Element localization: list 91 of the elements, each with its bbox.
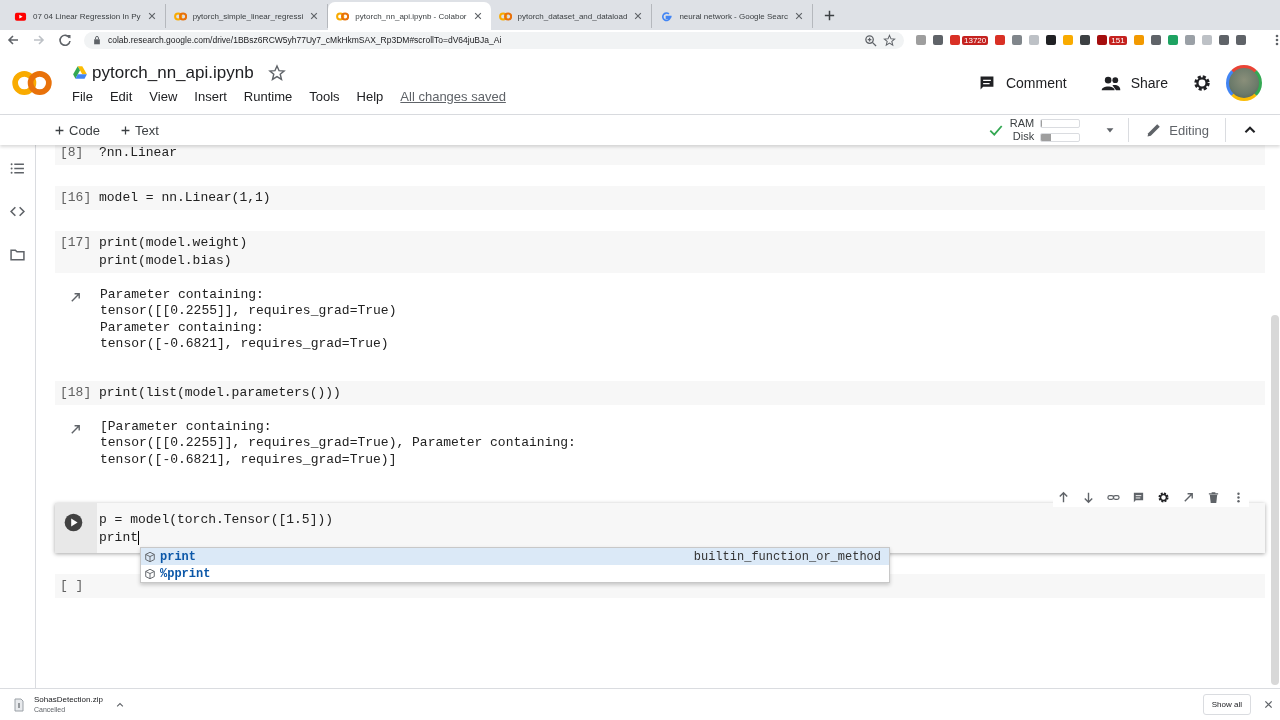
notebook-title[interactable]: pytorch_nn_api.ipynb — [92, 62, 254, 83]
close-icon[interactable] — [472, 11, 483, 21]
bookmark-star-icon[interactable] — [883, 33, 896, 47]
scrollbar[interactable] — [1271, 315, 1279, 685]
extension-icon[interactable] — [1150, 35, 1161, 45]
code-line: print — [99, 530, 138, 546]
close-icon[interactable] — [309, 11, 320, 21]
completion-item[interactable]: print builtin_function_or_method — [141, 548, 889, 566]
ram-label: RAM — [1009, 117, 1035, 130]
code-cell[interactable]: [16] model = nn.Linear(1,1) — [55, 186, 1265, 210]
extension-icon[interactable] — [1080, 35, 1091, 45]
menu-item[interactable]: Tools — [309, 88, 340, 104]
execution-count: [17] — [59, 234, 93, 252]
output-line: Parameter containing: — [100, 287, 265, 304]
run-cell-button[interactable] — [64, 513, 83, 533]
colab-logo-icon — [173, 9, 187, 23]
output-line: Parameter containing: — [100, 319, 265, 336]
close-icon[interactable] — [633, 11, 644, 21]
google-logo-icon — [660, 9, 674, 23]
text-cursor — [138, 530, 139, 545]
extension-icon[interactable] — [1046, 35, 1057, 45]
close-icon[interactable] — [793, 11, 804, 21]
output-icon[interactable] — [69, 291, 82, 304]
code-line: print(list(model.parameters())) — [99, 385, 341, 401]
reload-icon[interactable] — [58, 33, 72, 47]
colab-logo-icon — [498, 9, 512, 23]
lock-icon — [92, 35, 102, 45]
cube-icon — [144, 567, 156, 580]
menu-item[interactable]: Help — [356, 88, 384, 104]
code-line: print(model.weight) — [99, 235, 248, 250]
menu-item[interactable]: File — [72, 88, 93, 104]
colab-logo-icon — [336, 9, 350, 23]
add-cell-button[interactable]: Text — [114, 118, 165, 142]
plus-icon — [120, 124, 132, 136]
menu-item[interactable]: Runtime — [243, 88, 293, 104]
menu-item[interactable]: Insert — [194, 88, 227, 104]
zoom-icon[interactable] — [864, 33, 877, 47]
show-all-button[interactable]: Show all — [1202, 694, 1251, 715]
move-up-icon[interactable] — [1057, 491, 1070, 505]
execution-count: [8] — [59, 145, 85, 162]
close-icon[interactable] — [146, 11, 157, 21]
browser-tab[interactable]: pytorch_nn_api.ipynb - Colabor — [328, 2, 491, 30]
code-cell[interactable]: [17] print(model.weight) print(model.bias) — [55, 231, 1265, 273]
profile-avatar[interactable] — [1226, 65, 1262, 101]
save-status-link[interactable]: All changes saved — [400, 88, 506, 104]
output-line: [Parameter containing: — [100, 419, 273, 436]
browser-tab[interactable]: pytorch_dataset_and_dataload — [490, 4, 653, 28]
browser-tab[interactable]: neural network - Google Searc — [652, 4, 813, 28]
code-cell[interactable]: [18] print(list(model.parameters())) — [55, 381, 1265, 406]
share-button[interactable]: Share — [1090, 69, 1178, 97]
code-snippets-icon[interactable] — [10, 204, 25, 219]
settings-icon[interactable] — [1157, 491, 1170, 505]
code-cell[interactable]: [8] ?nn.Linear — [55, 145, 1265, 165]
code-line: ?nn.Linear — [99, 145, 177, 160]
extension-badge: 13720 — [962, 35, 989, 45]
code-line: print(model.bias) — [99, 253, 232, 268]
extension-badge: 151 — [1109, 35, 1127, 45]
drive-icon — [72, 64, 88, 81]
new-tab-icon[interactable] — [822, 9, 836, 22]
star-icon[interactable] — [267, 63, 286, 82]
code-line: p = model(torch.Tensor([1.5])) — [99, 512, 334, 528]
address-bar[interactable]: colab.research.google.com/drive/1BBsz6RCW5yh77Uy7_cMkHkmSAX_Rp3DM#scrollTo=dV64juBJa_Ai — [84, 31, 904, 49]
back-icon[interactable] — [6, 33, 20, 47]
files-icon[interactable] — [10, 247, 25, 262]
disk-label: Disk — [1012, 130, 1035, 143]
plus-icon — [54, 124, 65, 136]
output-line: tensor([[0.2255]], requires_grad=True), Parameter containing: — [100, 435, 576, 452]
resources-button[interactable]: RAM Disk — [987, 117, 1081, 143]
menu-item[interactable]: Edit — [109, 88, 133, 104]
file-icon — [12, 697, 26, 712]
cube-icon — [144, 550, 156, 563]
extension-icon[interactable] — [1097, 35, 1108, 45]
execution-count: [18] — [59, 384, 93, 403]
menu-item[interactable]: View — [149, 88, 178, 104]
comment-button[interactable]: Comment — [967, 70, 1077, 96]
move-down-icon[interactable] — [1082, 491, 1095, 505]
browser-tab[interactable]: 07 04 Linear Regression In Py — [6, 4, 166, 28]
delete-icon[interactable] — [1207, 491, 1220, 505]
extension-icon[interactable] — [1235, 35, 1246, 45]
execution-count: [16] — [59, 189, 93, 207]
code-line: model = nn.Linear(1,1) — [99, 190, 271, 205]
close-icon[interactable] — [1263, 699, 1274, 710]
output-line: tensor([[0.2255]], requires_grad=True) — [100, 303, 397, 320]
output-line: tensor([-0.6821], requires_grad=True) — [100, 335, 390, 353]
editing-mode-button[interactable]: Editing — [1141, 119, 1213, 141]
add-cell-button[interactable]: Code — [48, 118, 107, 142]
table-of-contents-icon[interactable] — [10, 161, 25, 176]
execution-count: [ ] — [59, 577, 85, 596]
extension-icon[interactable] — [1218, 35, 1229, 45]
output-line: tensor([-0.6821], requires_grad=True)] — [100, 451, 398, 469]
settings-icon[interactable] — [1192, 73, 1212, 93]
